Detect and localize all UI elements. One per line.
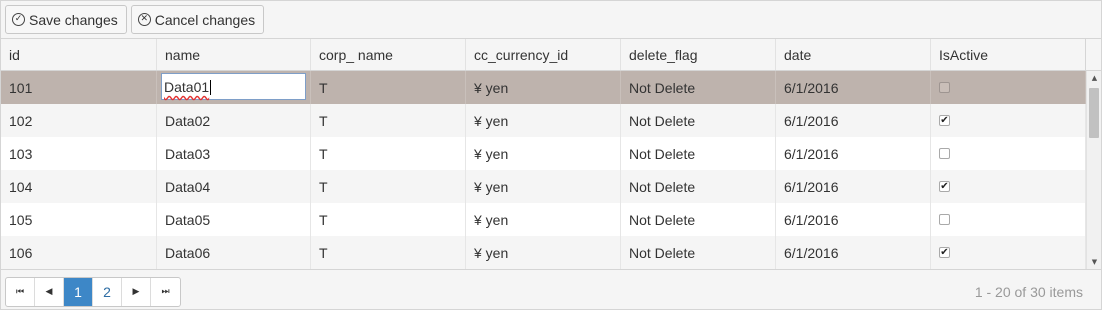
table-cell-currency[interactable]: ¥ yen: [466, 203, 621, 236]
table-row[interactable]: 102 Data02 T ¥ yen Not Delete 6/1/2016 ✔: [1, 104, 1086, 137]
table-cell-corp[interactable]: T: [311, 203, 466, 236]
check-circle-icon: ✓: [12, 13, 25, 26]
table-row[interactable]: 101 Data01 T ¥ yen Not Delete 6/1/2016: [1, 71, 1086, 104]
table-cell-name[interactable]: Data05: [157, 203, 311, 236]
scrollbar-thumb[interactable]: [1089, 88, 1099, 138]
table-cell-currency[interactable]: ¥ yen: [466, 104, 621, 137]
save-changes-button[interactable]: ✓ Save changes: [5, 5, 127, 34]
table-cell-corp[interactable]: T: [311, 104, 466, 137]
column-header-delete-flag[interactable]: delete_flag: [621, 39, 776, 70]
isactive-checkbox[interactable]: ✔: [939, 115, 950, 126]
isactive-checkbox[interactable]: ✔: [939, 181, 950, 192]
table-cell-active[interactable]: [931, 71, 1086, 104]
table-cell-active[interactable]: ✔: [931, 236, 1086, 269]
table-cell-id[interactable]: 102: [1, 104, 157, 137]
pager-buttons: ⏮ ◀ 1 2 ▶ ⏭: [5, 277, 181, 307]
table-cell-corp[interactable]: T: [311, 236, 466, 269]
name-cell-editor-input[interactable]: Data01: [161, 73, 306, 100]
cancel-changes-label: Cancel changes: [154, 11, 256, 28]
column-header-currency[interactable]: cc_currency_id: [466, 39, 621, 70]
table-cell-delete-flag[interactable]: Not Delete: [621, 203, 776, 236]
table-cell-name[interactable]: Data02: [157, 104, 311, 137]
table-cell-corp[interactable]: T: [311, 137, 466, 170]
page-button-1[interactable]: 1: [64, 278, 93, 306]
next-page-icon[interactable]: ▶: [122, 278, 151, 306]
grid-header: id name corp_ name cc_currency_id delete…: [1, 39, 1101, 71]
table-row[interactable]: 104 Data04 T ¥ yen Not Delete 6/1/2016 ✔: [1, 170, 1086, 203]
table-cell-currency[interactable]: ¥ yen: [466, 170, 621, 203]
table-cell-date[interactable]: 6/1/2016: [776, 236, 931, 269]
grid-toolbar: ✓ Save changes ✕ Cancel changes: [1, 1, 1101, 39]
table-cell-date[interactable]: 6/1/2016: [776, 71, 931, 104]
close-circle-icon: ✕: [137, 13, 151, 26]
scroll-down-icon[interactable]: ▼: [1087, 255, 1101, 269]
last-page-icon[interactable]: ⏭: [151, 278, 180, 306]
table-cell-id[interactable]: 105: [1, 203, 157, 236]
scroll-up-icon[interactable]: ▲: [1087, 71, 1101, 85]
table-cell-delete-flag[interactable]: Not Delete: [621, 170, 776, 203]
table-row[interactable]: 105 Data05 T ¥ yen Not Delete 6/1/2016: [1, 203, 1086, 236]
table-cell-active[interactable]: [931, 203, 1086, 236]
data-grid: ✓ Save changes ✕ Cancel changes id name …: [0, 0, 1102, 310]
table-cell-name[interactable]: Data01: [157, 71, 311, 104]
table-cell-id[interactable]: 104: [1, 170, 157, 203]
table-cell-currency[interactable]: ¥ yen: [466, 236, 621, 269]
table-cell-date[interactable]: 6/1/2016: [776, 203, 931, 236]
first-page-icon[interactable]: ⏮: [6, 278, 35, 306]
table-cell-currency[interactable]: ¥ yen: [466, 71, 621, 104]
table-cell-delete-flag[interactable]: Not Delete: [621, 137, 776, 170]
table-cell-active[interactable]: [931, 137, 1086, 170]
isactive-checkbox[interactable]: [939, 148, 950, 159]
table-cell-id[interactable]: 101: [1, 71, 157, 104]
table-cell-id[interactable]: 103: [1, 137, 157, 170]
table-cell-active[interactable]: ✔: [931, 104, 1086, 137]
column-header-isactive[interactable]: IsActive: [931, 39, 1086, 70]
table-cell-currency[interactable]: ¥ yen: [466, 137, 621, 170]
isactive-checkbox[interactable]: [939, 214, 950, 225]
pager-info: 1 - 20 of 30 items: [974, 284, 1083, 300]
table-cell-active[interactable]: ✔: [931, 170, 1086, 203]
isactive-checkbox[interactable]: ✔: [939, 247, 950, 258]
column-header-corp-name[interactable]: corp_ name: [311, 39, 466, 70]
save-changes-label: Save changes: [29, 11, 118, 28]
prev-page-icon[interactable]: ◀: [35, 278, 64, 306]
table-cell-date[interactable]: 6/1/2016: [776, 170, 931, 203]
table-cell-delete-flag[interactable]: Not Delete: [621, 104, 776, 137]
cancel-changes-button[interactable]: ✕ Cancel changes: [130, 5, 265, 34]
table-row[interactable]: 106 Data06 T ¥ yen Not Delete 6/1/2016 ✔: [1, 236, 1086, 269]
table-row[interactable]: 103 Data03 T ¥ yen Not Delete 6/1/2016: [1, 137, 1086, 170]
page-button-2[interactable]: 2: [93, 278, 122, 306]
grid-body: 101 Data01 T ¥ yen Not Delete 6/1/2016 102 Data…: [1, 71, 1086, 269]
table-cell-name[interactable]: Data04: [157, 170, 311, 203]
table-cell-id[interactable]: 106: [1, 236, 157, 269]
text-caret: [210, 80, 212, 95]
column-header-id[interactable]: id: [1, 39, 157, 70]
table-cell-corp[interactable]: T: [311, 71, 466, 104]
editor-value: Data01: [164, 79, 210, 95]
grid-pager: ⏮ ◀ 1 2 ▶ ⏭ 1 - 20 of 30 items: [1, 269, 1101, 309]
table-cell-name[interactable]: Data06: [157, 236, 311, 269]
column-header-date[interactable]: date: [776, 39, 931, 70]
table-cell-delete-flag[interactable]: Not Delete: [621, 236, 776, 269]
table-cell-delete-flag[interactable]: Not Delete: [621, 71, 776, 104]
isactive-checkbox[interactable]: [939, 82, 950, 93]
table-cell-date[interactable]: 6/1/2016: [776, 104, 931, 137]
column-header-name[interactable]: name: [157, 39, 311, 70]
table-cell-date[interactable]: 6/1/2016: [776, 137, 931, 170]
vertical-scrollbar[interactable]: ▲ ▼: [1086, 71, 1101, 269]
table-cell-corp[interactable]: T: [311, 170, 466, 203]
table-cell-name[interactable]: Data03: [157, 137, 311, 170]
